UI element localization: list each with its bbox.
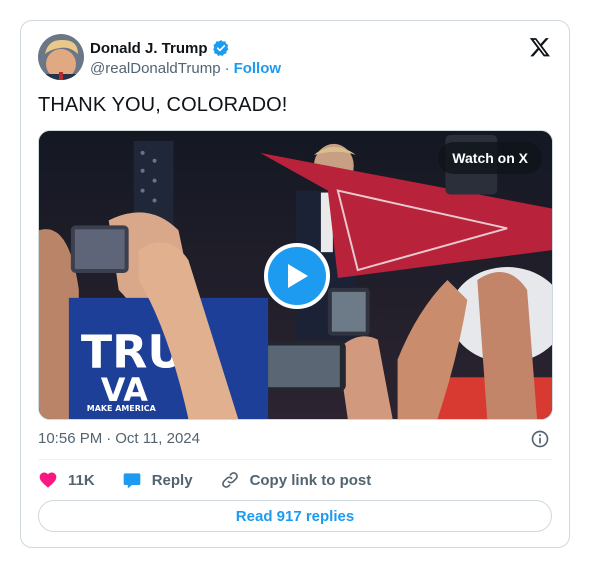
copy-link-button[interactable]: Copy link to post [220, 470, 372, 490]
post-time: 10:56 PM [38, 430, 103, 447]
post-timestamp[interactable]: 10:56 PM · Oct 11, 2024 [38, 430, 200, 447]
link-icon [221, 472, 238, 488]
author-avatar[interactable] [38, 34, 84, 80]
embedded-post-card: Donald J. Trump @realDonaldTrump · Follo… [20, 20, 570, 548]
reply-button[interactable]: Reply [122, 470, 193, 490]
handle-separator: · [224, 60, 230, 77]
post-date: Oct 11, 2024 [115, 430, 200, 447]
sign-text-line3: MAKE AMERICA [87, 404, 157, 413]
read-replies-button[interactable]: Read 917 replies [38, 500, 552, 532]
heart-icon [39, 472, 57, 488]
watch-on-x-button[interactable]: Watch on X [438, 142, 542, 174]
author-handle[interactable]: @realDonaldTrump [90, 60, 221, 77]
author-name[interactable]: Donald J. Trump [90, 40, 208, 57]
reply-label: Reply [151, 471, 193, 489]
author-name-row: Donald J. Trump [90, 39, 230, 57]
info-icon[interactable] [530, 429, 550, 449]
post-text: THANK YOU, COLORADO! [38, 94, 288, 116]
copy-link-label: Copy link to post [249, 471, 372, 489]
video-media[interactable]: TRU VA MAKE AMERICA Watch on X [38, 130, 553, 420]
reply-bubble-icon [123, 473, 141, 489]
like-count: 11K [68, 471, 95, 489]
post-actions: 11K Reply Copy link to post [38, 470, 398, 490]
divider [38, 459, 552, 460]
follow-button[interactable]: Follow [234, 60, 282, 77]
time-separator: · [106, 430, 112, 447]
x-logo-icon[interactable] [529, 36, 551, 58]
like-button[interactable]: 11K [38, 470, 95, 490]
play-button[interactable] [264, 243, 330, 309]
verified-badge-icon [212, 40, 228, 56]
author-handle-row: @realDonaldTrump · Follow [90, 60, 281, 77]
play-icon [288, 264, 308, 288]
